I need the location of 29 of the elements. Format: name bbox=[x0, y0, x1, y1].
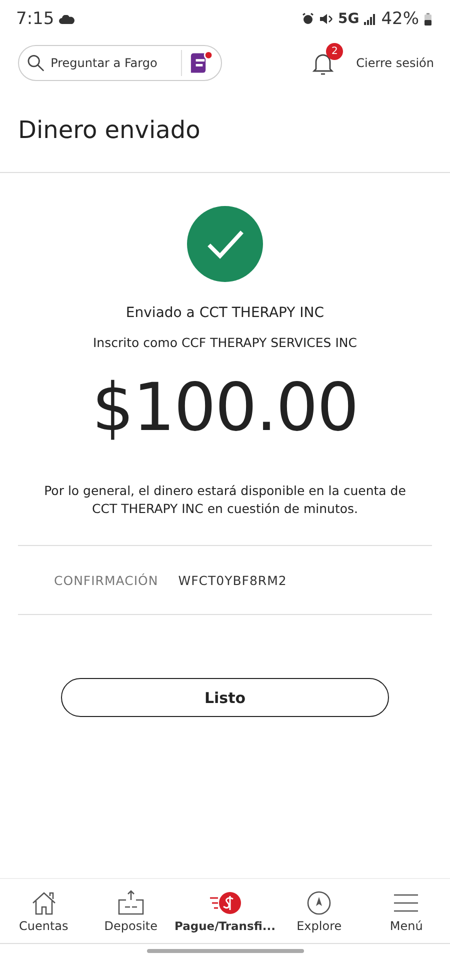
mute-icon bbox=[318, 13, 333, 25]
amount-text: $100.00 bbox=[92, 368, 358, 448]
availability-note: Por lo general, el dinero estará disponible en la cuenta de CCT THERAPY INC en cuestión de minutos. bbox=[43, 482, 407, 518]
enrolled-name-text: Inscrito como CCF THERAPY SERVICES INC bbox=[93, 335, 357, 350]
nav-tab[interactable]: Deposite bbox=[87, 890, 174, 932]
nav-tab[interactable]: Cuentas bbox=[0, 890, 88, 932]
confirmation-code: WFCT0YBF8RM2 bbox=[178, 572, 287, 588]
success-check-icon bbox=[187, 206, 263, 282]
signal-icon bbox=[364, 13, 376, 25]
network-label: 5G bbox=[338, 11, 360, 27]
logout-link[interactable]: Cierre sesión bbox=[356, 56, 434, 70]
search-icon bbox=[27, 54, 45, 72]
nav-tab[interactable]: Pague/Transfi... bbox=[174, 890, 276, 932]
nav-tab[interactable]: Explore bbox=[275, 890, 363, 932]
dollar-send-icon bbox=[208, 890, 242, 916]
status-time: 7:15 bbox=[16, 9, 54, 29]
compass-icon bbox=[305, 890, 334, 916]
nav-tab[interactable]: Menú bbox=[362, 890, 450, 932]
done-button[interactable]: Listo bbox=[61, 678, 389, 718]
deposit-icon bbox=[116, 890, 145, 916]
cloud-icon bbox=[59, 14, 76, 24]
notification-badge: 2 bbox=[326, 43, 344, 60]
alarm-icon bbox=[302, 13, 314, 25]
battery-icon bbox=[424, 12, 432, 26]
search-field[interactable]: Preguntar a Fargo bbox=[50, 56, 175, 70]
page-title: Dinero enviado bbox=[18, 116, 200, 144]
confirmation-label: CONFIRMACIÓN bbox=[54, 572, 158, 588]
recipient-text: Enviado a CCT THERAPY INC bbox=[126, 305, 324, 321]
battery-label: 42% bbox=[381, 9, 419, 29]
